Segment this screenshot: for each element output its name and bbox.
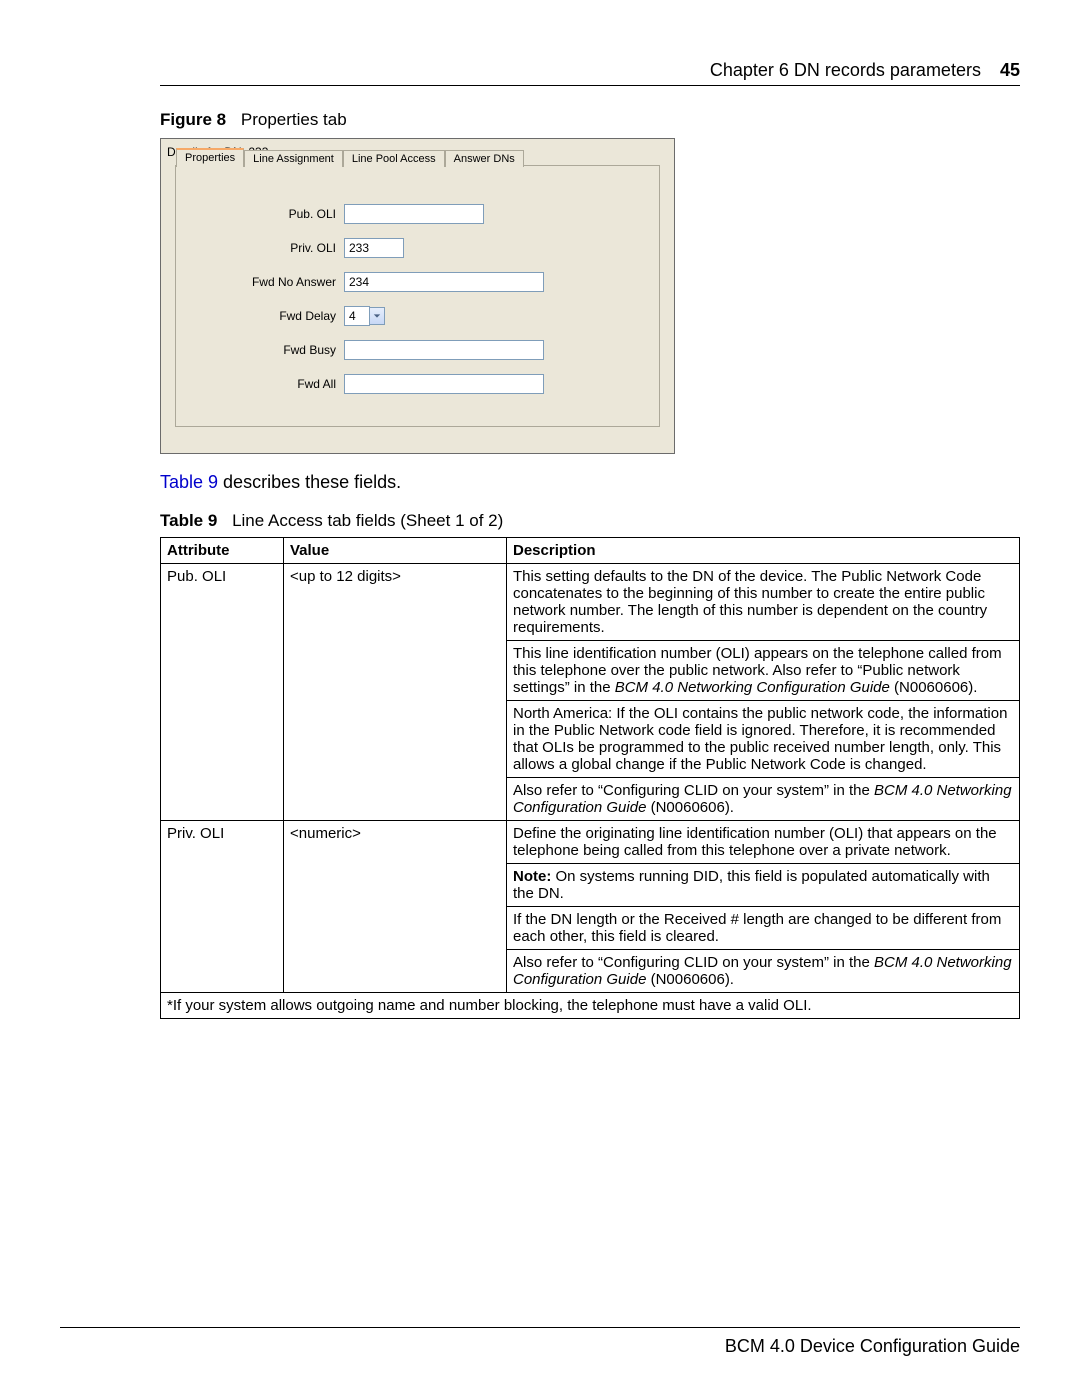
fwd-no-answer-input[interactable] bbox=[344, 272, 544, 292]
line-access-table: Attribute Value Description Pub. OLI<up … bbox=[160, 537, 1020, 1019]
fwd-busy-input[interactable] bbox=[344, 340, 544, 360]
cell-attribute: Pub. OLI bbox=[161, 564, 284, 821]
cell-description: North America: If the OLI contains the p… bbox=[507, 701, 1020, 778]
figure-label: Figure 8 bbox=[160, 110, 226, 129]
table-9-link[interactable]: Table 9 bbox=[160, 472, 218, 492]
page-number: 45 bbox=[1000, 60, 1020, 80]
footer-rule bbox=[60, 1327, 1020, 1328]
table-title: Line Access tab fields (Sheet 1 of 2) bbox=[232, 511, 503, 530]
cell-description: Define the originating line identificati… bbox=[507, 821, 1020, 864]
table-footnote: *If your system allows outgoing name and… bbox=[161, 993, 1020, 1019]
th-description: Description bbox=[507, 538, 1020, 564]
fwd-no-answer-label: Fwd No Answer bbox=[196, 275, 336, 289]
tabs-pane: Properties Line Assignment Line Pool Acc… bbox=[175, 165, 660, 427]
properties-tab-screenshot: Details for DN: 233 Properties Line Assi… bbox=[160, 138, 675, 454]
bridge-rest: describes these fields. bbox=[218, 472, 401, 492]
figure-caption: Figure 8 Properties tab bbox=[160, 110, 1020, 130]
cell-value: <numeric> bbox=[284, 821, 507, 993]
figure-title: Properties tab bbox=[241, 110, 347, 129]
footer-text: BCM 4.0 Device Configuration Guide bbox=[60, 1336, 1020, 1357]
chapter-title: Chapter 6 DN records parameters bbox=[710, 60, 981, 80]
fwd-delay-dropdown[interactable] bbox=[344, 306, 385, 326]
chevron-down-icon[interactable] bbox=[370, 307, 385, 325]
tab-line-assignment[interactable]: Line Assignment bbox=[244, 150, 343, 167]
page-header: Chapter 6 DN records parameters 45 bbox=[160, 60, 1020, 81]
fwd-all-input[interactable] bbox=[344, 374, 544, 394]
priv-oli-input[interactable] bbox=[344, 238, 404, 258]
priv-oli-label: Priv. OLI bbox=[196, 241, 336, 255]
cell-description: This line identification number (OLI) ap… bbox=[507, 641, 1020, 701]
bridge-sentence: Table 9 describes these fields. bbox=[160, 472, 1020, 493]
tabs-row: Properties Line Assignment Line Pool Acc… bbox=[176, 148, 524, 167]
fwd-delay-value[interactable] bbox=[344, 306, 370, 326]
pub-oli-input[interactable] bbox=[344, 204, 484, 224]
th-attribute: Attribute bbox=[161, 538, 284, 564]
cell-value: <up to 12 digits> bbox=[284, 564, 507, 821]
cell-description: Also refer to “Configuring CLID on your … bbox=[507, 950, 1020, 993]
th-value: Value bbox=[284, 538, 507, 564]
table-label: Table 9 bbox=[160, 511, 217, 530]
cell-description: Also refer to “Configuring CLID on your … bbox=[507, 778, 1020, 821]
table-caption: Table 9 Line Access tab fields (Sheet 1 … bbox=[160, 511, 1020, 531]
tab-properties[interactable]: Properties bbox=[176, 148, 244, 167]
fwd-busy-label: Fwd Busy bbox=[196, 343, 336, 357]
fwd-delay-label: Fwd Delay bbox=[196, 309, 336, 323]
cell-description: This setting defaults to the DN of the d… bbox=[507, 564, 1020, 641]
tab-line-pool-access[interactable]: Line Pool Access bbox=[343, 150, 445, 167]
cell-description: If the DN length or the Received # lengt… bbox=[507, 907, 1020, 950]
cell-description: Note: On systems running DID, this field… bbox=[507, 864, 1020, 907]
fwd-all-label: Fwd All bbox=[196, 377, 336, 391]
tab-answer-dns[interactable]: Answer DNs bbox=[445, 150, 524, 167]
table-footnote-row: *If your system allows outgoing name and… bbox=[161, 993, 1020, 1019]
table-row: Priv. OLI<numeric>Define the originating… bbox=[161, 821, 1020, 864]
table-row: Pub. OLI<up to 12 digits>This setting de… bbox=[161, 564, 1020, 641]
header-rule bbox=[160, 85, 1020, 86]
cell-attribute: Priv. OLI bbox=[161, 821, 284, 993]
pub-oli-label: Pub. OLI bbox=[196, 207, 336, 221]
